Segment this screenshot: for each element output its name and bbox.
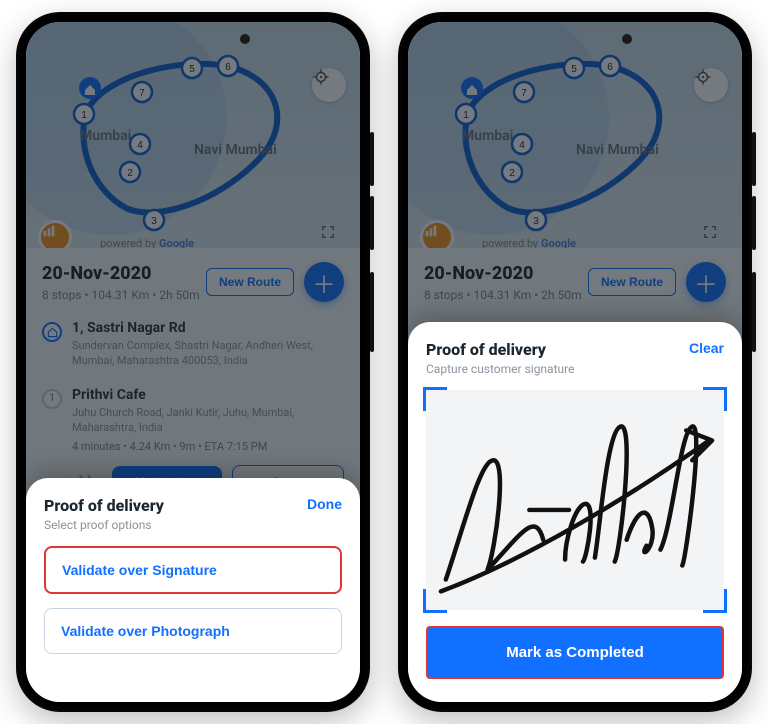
phone-frame-left: 1 2 3 4 5 6 7 Mumbai Navi Mumbai (16, 12, 370, 712)
validate-photograph-button[interactable]: Validate over Photograph (44, 608, 342, 654)
sheet-title: Proof of delivery (426, 340, 574, 359)
volume-up-button (752, 132, 756, 186)
phone-frame-right: 1 2 3 4 5 6 7 Mumbai Navi Mumbai (398, 12, 752, 712)
validate-signature-button[interactable]: Validate over Signature (44, 546, 342, 594)
screen-right: 1 2 3 4 5 6 7 Mumbai Navi Mumbai (408, 22, 742, 702)
volume-up-button (370, 132, 374, 186)
sheet-done-button[interactable]: Done (307, 496, 342, 512)
sheet-subtitle: Capture customer signature (426, 362, 574, 376)
mark-completed-button[interactable]: Mark as Completed (426, 626, 724, 679)
signature-stroke (426, 390, 724, 610)
screen-left: 1 2 3 4 5 6 7 Mumbai Navi Mumbai (26, 22, 360, 702)
volume-down-button (370, 196, 374, 250)
proof-options-sheet: Proof of delivery Select proof options D… (26, 478, 360, 702)
signature-sheet: Proof of delivery Capture customer signa… (408, 322, 742, 702)
power-button (752, 272, 756, 352)
clear-signature-button[interactable]: Clear (689, 340, 724, 356)
volume-down-button (752, 196, 756, 250)
power-button (370, 272, 374, 352)
sheet-subtitle: Select proof options (44, 518, 164, 532)
sheet-title: Proof of delivery (44, 496, 164, 515)
signature-canvas[interactable] (426, 390, 724, 610)
